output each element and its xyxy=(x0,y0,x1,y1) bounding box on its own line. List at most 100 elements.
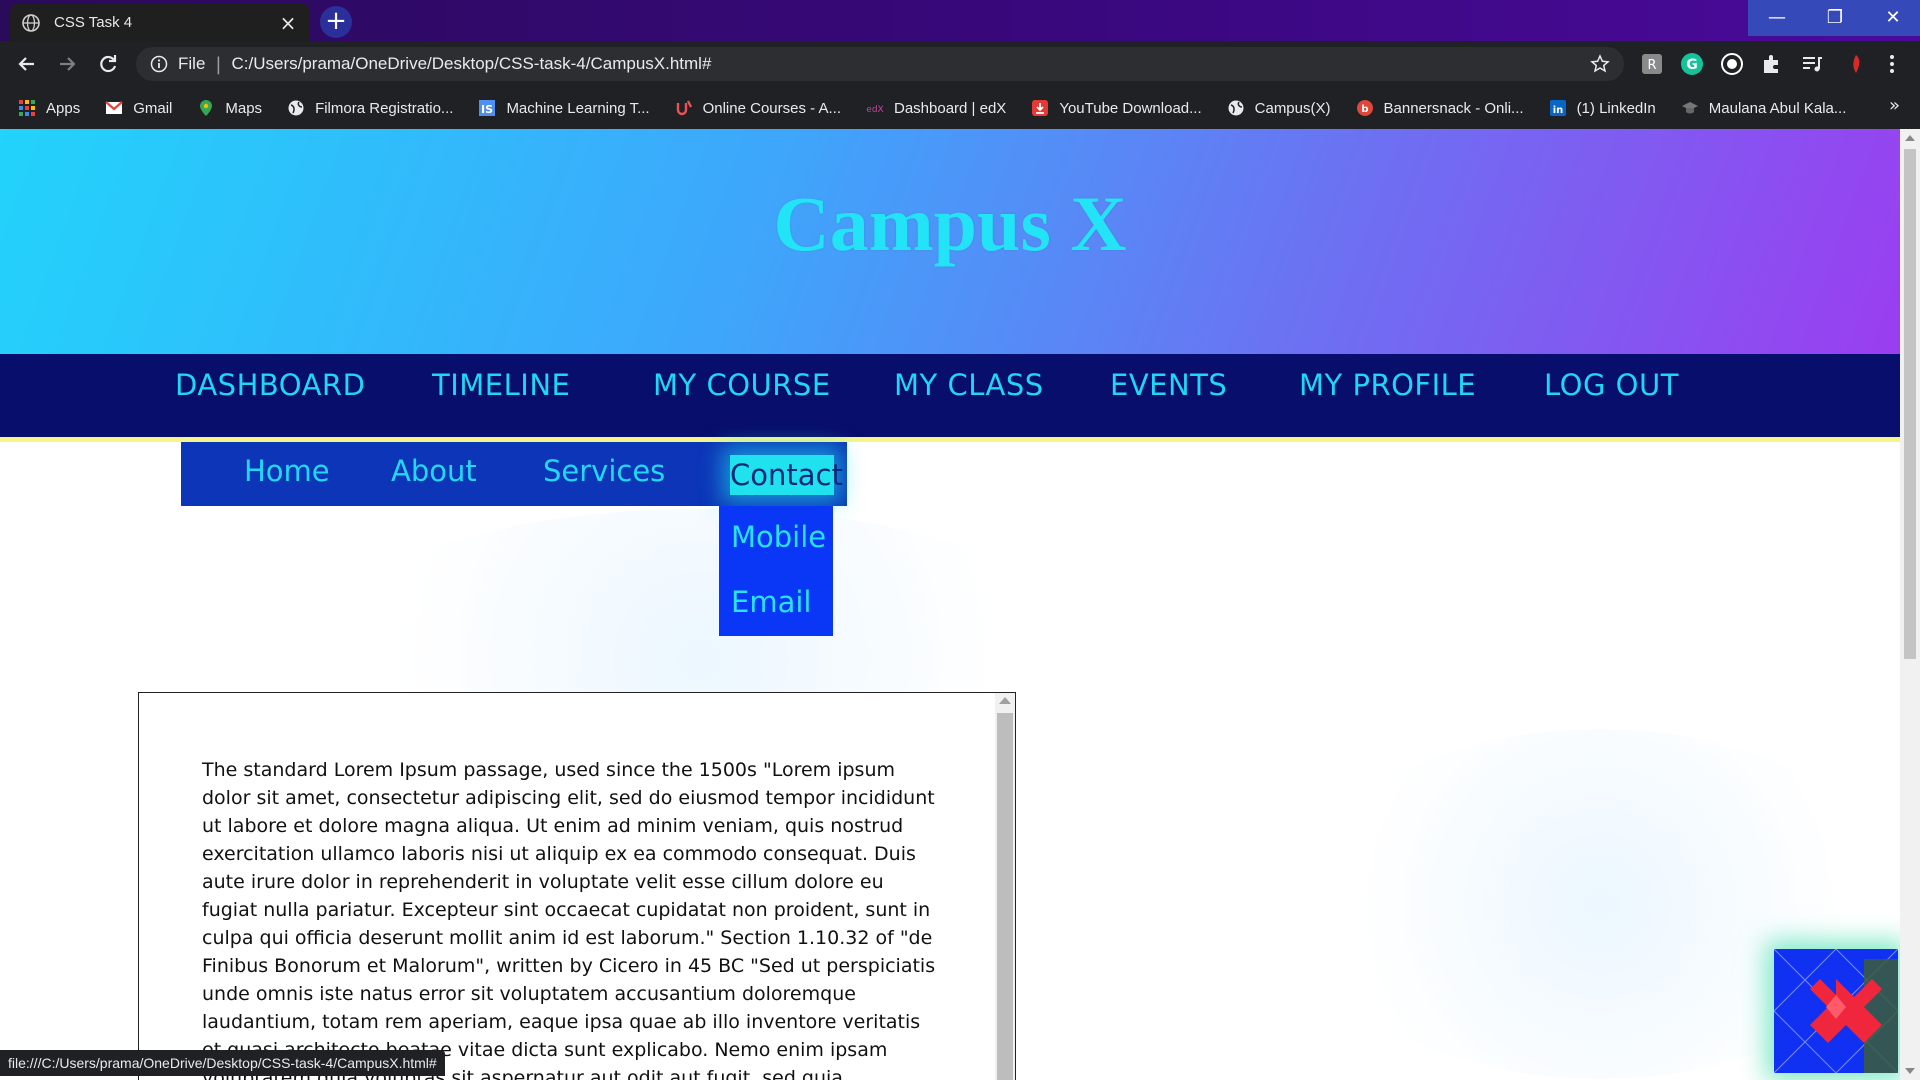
nav-dashboard[interactable]: DASHBOARD xyxy=(175,368,365,402)
bookmark-label: Maps xyxy=(225,99,263,117)
scroll-down-arrow-icon[interactable] xyxy=(1905,1068,1915,1074)
page-title: Campus X xyxy=(773,180,1127,267)
linkedin-icon: in xyxy=(1549,100,1566,116)
pattern-graphic xyxy=(1774,949,1898,1073)
page-scrollbar[interactable] xyxy=(1900,129,1920,1080)
bookmark-maulana[interactable]: Maulana Abul Kala... xyxy=(1681,99,1847,117)
textbox-scrollbar[interactable] xyxy=(995,693,1015,1080)
info-icon[interactable] xyxy=(150,55,168,73)
contact-dropdown: Mobile Email xyxy=(719,506,833,636)
bookmark-label: Filmora Registratio... xyxy=(315,99,454,117)
scrollable-text-box[interactable]: The standard Lorem Ipsum passage, used s… xyxy=(138,692,1016,1080)
restore-window-button[interactable]: ❐ xyxy=(1806,0,1864,36)
extensions-puzzle-icon[interactable] xyxy=(1760,52,1784,76)
main-nav: DASHBOARD TIMELINE MY COURSE MY CLASS EV… xyxy=(0,354,1900,442)
globe-icon xyxy=(288,100,304,116)
bookmark-label: Apps xyxy=(46,99,81,117)
bookmark-label: (1) LinkedIn xyxy=(1576,99,1656,117)
bookmark-linkedin[interactable]: in (1) LinkedIn xyxy=(1549,99,1656,117)
bookmark-label: Maulana Abul Kala... xyxy=(1708,99,1847,117)
address-bar[interactable]: File | C:/Users/prama/OneDrive/Desktop/C… xyxy=(136,47,1624,81)
status-bar: file:///C:/Users/prama/OneDrive/Desktop/… xyxy=(0,1050,445,1076)
subnav-about[interactable]: About xyxy=(391,454,477,488)
textbox-scroll-thumb[interactable] xyxy=(997,713,1013,1080)
url-text[interactable]: C:/Users/prama/OneDrive/Desktop/CSS-task… xyxy=(231,54,1590,74)
subnav-home[interactable]: Home xyxy=(244,454,330,488)
bookmark-online-courses[interactable]: Online Courses - A... xyxy=(675,99,841,117)
bookmark-machine-learning[interactable]: IS Machine Learning T... xyxy=(478,99,650,117)
nav-my-profile[interactable]: MY PROFILE xyxy=(1299,368,1476,402)
dropdown-email[interactable]: Email xyxy=(731,585,811,619)
minimize-window-button[interactable]: — xyxy=(1748,0,1806,36)
bookmark-label: Gmail xyxy=(133,99,173,117)
subnav-contact[interactable]: Contact xyxy=(730,455,843,495)
status-url: file:///C:/Users/prama/OneDrive/Desktop/… xyxy=(8,1055,437,1071)
bookmark-edx[interactable]: edX Dashboard | edX xyxy=(866,99,1006,117)
back-arrow-icon[interactable] xyxy=(12,49,42,79)
bookmark-apps[interactable]: Apps xyxy=(18,99,80,117)
whatsapp-icon[interactable] xyxy=(1720,52,1744,76)
maps-pin-icon xyxy=(200,100,213,116)
nav-events[interactable]: EVENTS xyxy=(1110,368,1227,402)
edx-icon: edX xyxy=(866,105,883,115)
bookmark-campusx[interactable]: Campus(X) xyxy=(1227,99,1331,117)
svg-text:IS: IS xyxy=(481,103,493,116)
bookmark-youtube-download[interactable]: YouTube Download... xyxy=(1031,99,1202,117)
nav-log-out[interactable]: LOG OUT xyxy=(1544,368,1679,402)
svg-text:edX: edX xyxy=(866,105,883,115)
nav-my-course[interactable]: MY COURSE xyxy=(653,368,831,402)
scroll-up-arrow-icon[interactable] xyxy=(1905,135,1915,141)
bookmark-gmail[interactable]: Gmail xyxy=(105,99,172,117)
hero-banner: Campus X xyxy=(0,129,1900,354)
profile-avatar-icon[interactable] xyxy=(1844,52,1868,76)
bookmark-label: Campus(X) xyxy=(1254,99,1331,117)
svg-text:b: b xyxy=(1361,104,1368,115)
bookmark-maps[interactable]: Maps xyxy=(197,99,262,117)
nav-timeline[interactable]: TIMELINE xyxy=(432,368,570,402)
bookmarks-bar: Apps Gmail Maps Filmora Registratio... I… xyxy=(0,87,1920,129)
bookmark-label: Bannersnack - Onli... xyxy=(1383,99,1524,117)
subnav-services[interactable]: Services xyxy=(543,454,665,488)
browser-titlebar: CSS Task 4 × + — ❐ ✕ xyxy=(0,0,1920,41)
menu-kebab-icon[interactable] xyxy=(1880,52,1904,76)
svg-text:G: G xyxy=(1686,57,1698,73)
graduation-cap-icon xyxy=(1681,102,1698,114)
dropdown-mobile[interactable]: Mobile xyxy=(731,520,826,554)
is-logo-icon: IS xyxy=(479,100,496,116)
download-icon xyxy=(1032,100,1049,116)
close-tab-icon[interactable]: × xyxy=(278,13,298,33)
bookmark-star-icon[interactable] xyxy=(1590,54,1610,74)
udemy-icon xyxy=(676,100,692,116)
lorem-paragraph: The standard Lorem Ipsum passage, used s… xyxy=(202,759,936,1080)
url-scheme: File xyxy=(178,54,206,73)
bookmark-filmora[interactable]: Filmora Registratio... xyxy=(287,99,453,117)
bookmark-label: Machine Learning T... xyxy=(506,99,650,117)
gmail-icon xyxy=(105,101,123,114)
tab-title: CSS Task 4 xyxy=(54,14,133,31)
media-queue-icon[interactable] xyxy=(1800,52,1824,76)
bookmark-label: YouTube Download... xyxy=(1059,99,1202,117)
sub-nav: Home About Services Contact xyxy=(181,442,847,506)
globe-icon xyxy=(22,13,40,32)
url-separator: | xyxy=(215,53,222,75)
svg-text:R: R xyxy=(1647,58,1656,73)
bookmark-bannersnack[interactable]: b Bannersnack - Onli... xyxy=(1356,99,1524,117)
bookmark-label: Online Courses - A... xyxy=(702,99,841,117)
new-tab-button[interactable]: + xyxy=(320,6,352,38)
globe-icon xyxy=(1228,100,1244,116)
extension-reader-icon[interactable]: R xyxy=(1640,52,1664,76)
page-viewport: Campus X DASHBOARD TIMELINE MY COURSE MY… xyxy=(0,129,1920,1080)
close-window-button[interactable]: ✕ xyxy=(1864,0,1920,36)
grammarly-icon[interactable]: G xyxy=(1680,52,1704,76)
reload-icon[interactable] xyxy=(93,49,123,79)
more-bookmarks-icon[interactable]: » xyxy=(1889,95,1900,116)
page-scroll-thumb[interactable] xyxy=(1904,149,1916,659)
apps-grid-icon xyxy=(19,100,35,116)
forward-arrow-icon[interactable] xyxy=(52,49,82,79)
nav-my-class[interactable]: MY CLASS xyxy=(894,368,1044,402)
bookmark-label: Dashboard | edX xyxy=(894,99,1007,117)
browser-toolbar: File | C:/Users/prama/OneDrive/Desktop/C… xyxy=(0,41,1920,87)
scroll-up-arrow-icon[interactable] xyxy=(999,697,1011,704)
browser-tab[interactable]: CSS Task 4 × xyxy=(10,4,310,41)
svg-text:in: in xyxy=(1552,105,1563,116)
